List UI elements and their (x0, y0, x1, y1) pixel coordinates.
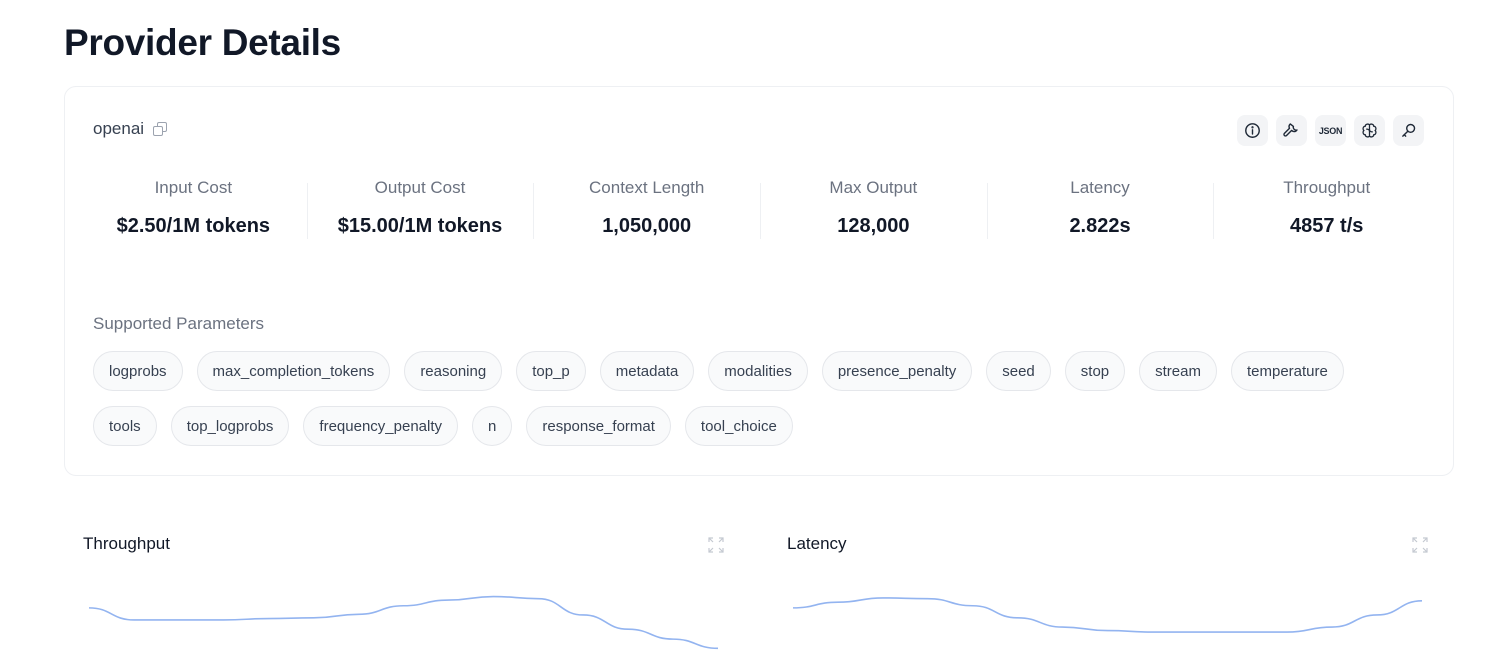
param-chip[interactable]: modalities (708, 351, 808, 391)
param-chip[interactable]: max_completion_tokens (196, 351, 391, 391)
stat-context-length: Context Length 1,050,000 (533, 175, 760, 239)
key-button[interactable] (1393, 115, 1424, 146)
param-chip[interactable]: top_p (516, 351, 586, 391)
provider-header: openai (93, 119, 168, 139)
parameters-list: logprobs max_completion_tokens reasoning… (93, 351, 1393, 446)
param-chip[interactable]: reasoning (404, 351, 503, 391)
stat-label: Latency (1070, 178, 1130, 197)
stat-value: 2.822s (1069, 215, 1131, 237)
param-chip[interactable]: temperature (1230, 351, 1344, 391)
param-chip[interactable]: stream (1139, 351, 1217, 391)
stat-value: 4857 t/s (1290, 215, 1364, 237)
key-icon (1402, 123, 1416, 137)
stat-label: Context Length (589, 178, 705, 197)
copy-icon[interactable] (152, 121, 168, 137)
series-line (88, 595, 719, 650)
param-chip[interactable]: tools (93, 406, 157, 446)
page-title: Provider Details (64, 22, 341, 63)
stat-latency: Latency 2.822s (986, 175, 1214, 239)
expand-icon[interactable] (708, 537, 724, 553)
param-chip[interactable]: n (472, 406, 513, 446)
info-icon (1245, 123, 1260, 138)
stat-value: $15.00/1M tokens (337, 215, 503, 237)
wrench-icon (1283, 123, 1298, 137)
param-chip[interactable]: seed (986, 351, 1051, 391)
throughput-panel: Throughput (83, 528, 724, 659)
json-button[interactable]: JSON (1315, 115, 1346, 146)
stat-label: Throughput (1283, 178, 1371, 197)
latency-chart (792, 597, 1423, 633)
latency-title: Latency (787, 534, 847, 553)
supported-parameters-title: Supported Parameters (93, 314, 265, 333)
stats-row: Input Cost $2.50/1M tokens Output Cost $… (80, 175, 1440, 239)
throughput-chart (88, 595, 719, 650)
json-icon: JSON (1318, 125, 1343, 136)
stat-value: $2.50/1M tokens (116, 215, 271, 237)
provider-toolbar: JSON (1237, 115, 1424, 146)
provider-card: openai JSON Input Cost $2.50/1M tokens O… (64, 86, 1454, 476)
stat-value: 128,000 (837, 215, 910, 237)
stat-label: Input Cost (154, 178, 233, 197)
expand-icon[interactable] (1412, 537, 1428, 553)
param-chip[interactable]: logprobs (93, 351, 183, 391)
param-chip[interactable]: response_format (526, 406, 671, 446)
param-chip[interactable]: tool_choice (684, 406, 793, 446)
stat-throughput: Throughput 4857 t/s (1213, 175, 1440, 239)
brain-icon (1362, 123, 1377, 138)
latency-panel: Latency (787, 528, 1428, 659)
stat-label: Max Output (829, 178, 918, 197)
stat-output-cost: Output Cost $15.00/1M tokens (306, 175, 534, 239)
param-chip[interactable]: top_logprobs (170, 406, 290, 446)
stat-label: Output Cost (374, 178, 466, 197)
stat-value: 1,050,000 (602, 215, 692, 237)
provider-name: openai (93, 119, 145, 138)
throughput-title: Throughput (83, 534, 170, 553)
stat-max-output: Max Output 128,000 (760, 175, 987, 239)
param-chip[interactable]: presence_penalty (821, 351, 973, 391)
reasoning-button[interactable] (1354, 115, 1385, 146)
param-chip[interactable]: metadata (599, 351, 695, 391)
series-line (792, 597, 1423, 633)
param-chip[interactable]: stop (1064, 351, 1126, 391)
tools-button[interactable] (1276, 115, 1307, 146)
param-chip[interactable]: frequency_penalty (303, 406, 459, 446)
info-button[interactable] (1237, 115, 1268, 146)
stat-input-cost: Input Cost $2.50/1M tokens (80, 175, 307, 238)
